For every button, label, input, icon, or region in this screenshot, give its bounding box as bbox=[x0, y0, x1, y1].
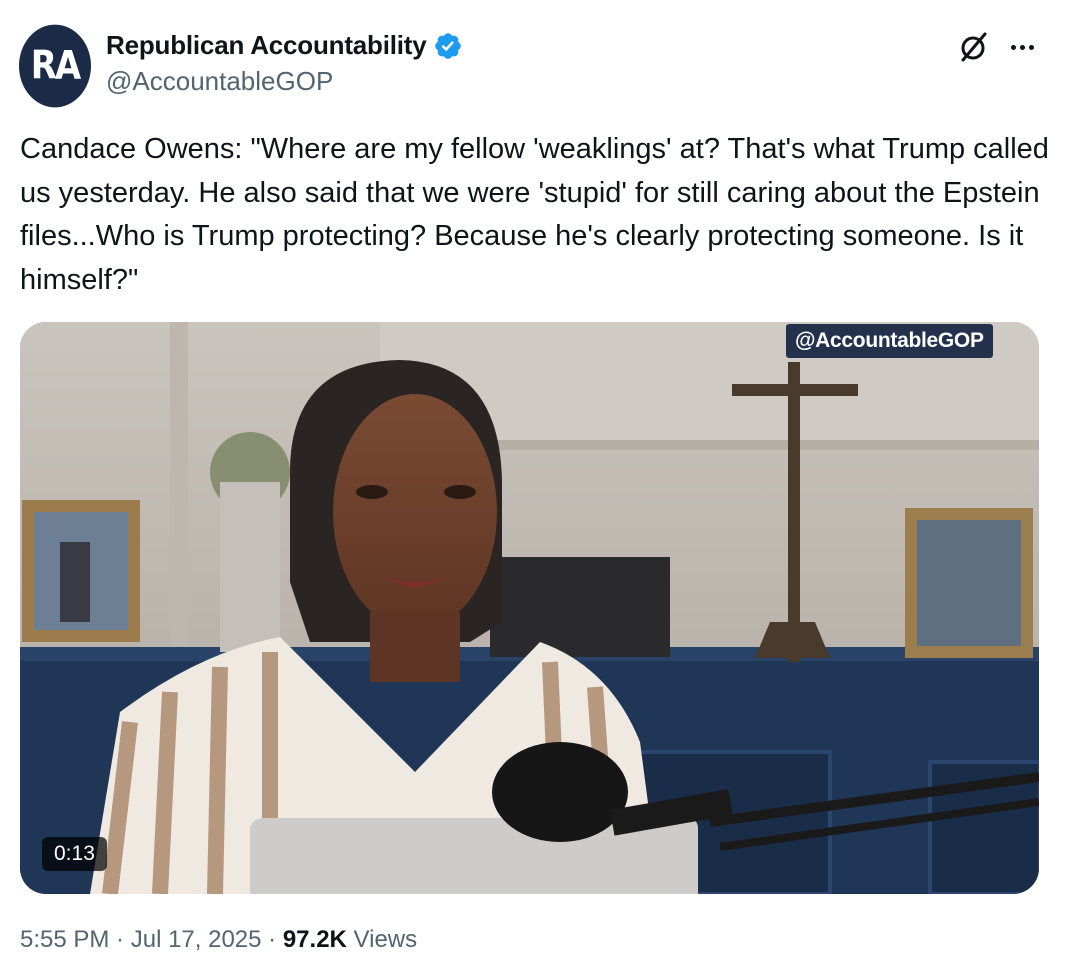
tweet-meta: 5:55 PM · Jul 17, 2025 · 97.2K Views bbox=[20, 926, 417, 954]
video-watermark: @AccountableGOP bbox=[786, 324, 993, 358]
meta-separator: · bbox=[109, 926, 131, 953]
avatar-initials: RA bbox=[30, 43, 81, 89]
tweet-date[interactable]: Jul 17, 2025 bbox=[131, 926, 262, 954]
video-thumbnail bbox=[20, 322, 1039, 894]
display-name[interactable]: Republican Accountability bbox=[106, 30, 427, 61]
views-label: Views bbox=[346, 926, 418, 953]
video-player[interactable]: @AccountableGOP 0:13 bbox=[20, 322, 1039, 894]
grok-slash-circle-icon[interactable] bbox=[957, 30, 991, 64]
tweet-time[interactable]: 5:55 PM bbox=[20, 926, 109, 954]
author-handle[interactable]: @AccountableGOP bbox=[106, 66, 333, 97]
video-duration-badge: 0:13 bbox=[42, 837, 107, 871]
views-count[interactable]: 97.2K bbox=[283, 926, 347, 954]
author-name-row: Republican Accountability bbox=[106, 30, 463, 61]
avatar[interactable]: RA bbox=[19, 24, 91, 108]
tweet-text: Candace Owens: "Where are my fellow 'wea… bbox=[20, 133, 1057, 296]
meta-separator: · bbox=[261, 926, 283, 953]
verified-badge-icon bbox=[434, 32, 461, 59]
more-horizontal-icon[interactable] bbox=[1004, 32, 1040, 62]
